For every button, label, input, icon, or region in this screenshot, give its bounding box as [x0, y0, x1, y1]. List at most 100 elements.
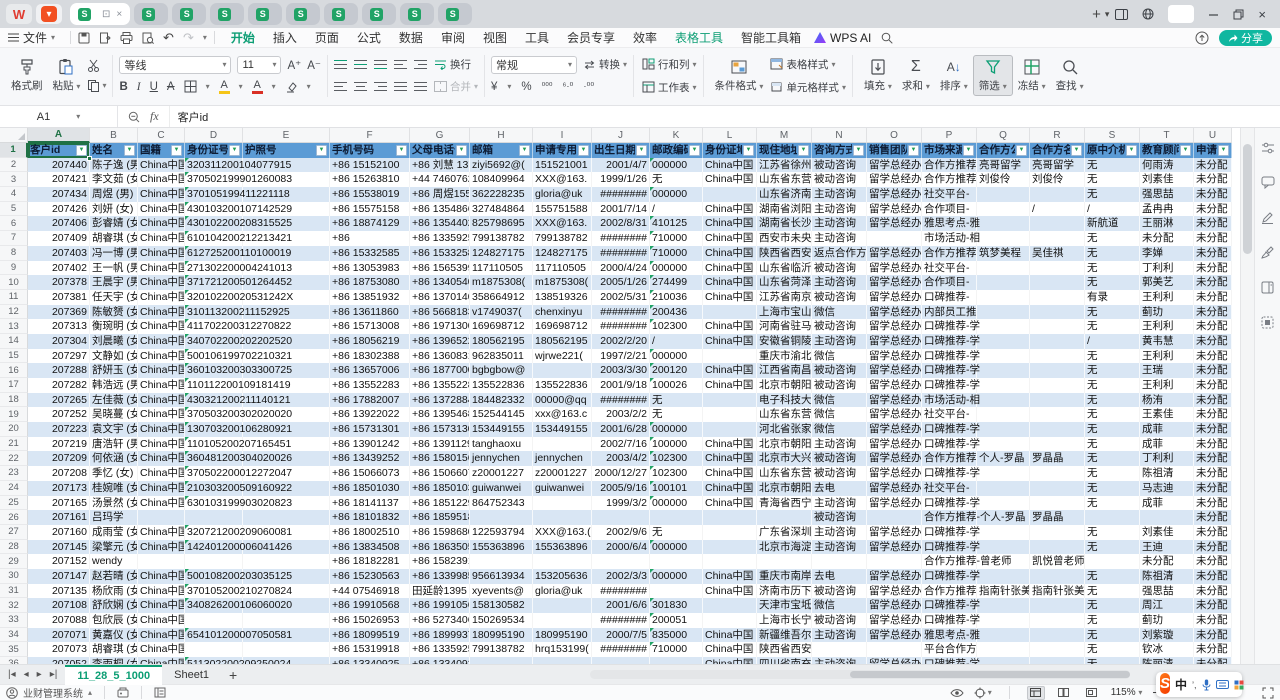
- cell[interactable]: [1030, 613, 1085, 628]
- menu-tab[interactable]: 工具: [516, 28, 558, 48]
- cell[interactable]: 内部员工推: [922, 305, 977, 320]
- cell[interactable]: ########: [592, 393, 650, 408]
- cell[interactable]: [185, 554, 243, 569]
- cell[interactable]: 刘妍 (女): [90, 202, 138, 217]
- cell[interactable]: 207304: [28, 334, 90, 349]
- cell[interactable]: 无: [1085, 466, 1140, 481]
- increase-font-icon[interactable]: A⁺: [287, 58, 301, 72]
- cell[interactable]: 电子科技大学: [757, 393, 812, 408]
- column-header-F[interactable]: F: [330, 128, 410, 143]
- cell[interactable]: 207409: [28, 231, 90, 246]
- cell[interactable]: jennychen: [533, 451, 592, 466]
- cell[interactable]: 李婵: [1140, 246, 1194, 261]
- cell[interactable]: 无: [1085, 305, 1140, 320]
- cell[interactable]: XXX@163.: [533, 172, 592, 187]
- cell[interactable]: 被动咨询: [812, 584, 867, 599]
- cell[interactable]: +86 18141137: [330, 496, 410, 511]
- header-cell[interactable]: 邮政编码▼: [650, 143, 703, 158]
- menu-tab[interactable]: 审阅: [432, 28, 474, 48]
- cell[interactable]: China中国: [138, 481, 185, 496]
- ime-mode-toggle[interactable]: 中: [1175, 676, 1187, 693]
- filter-dropdown-button[interactable]: ▼: [456, 145, 467, 156]
- row-number[interactable]: 14: [0, 334, 28, 349]
- cell[interactable]: 153205636: [533, 569, 592, 584]
- cell[interactable]: chenxinyu: [533, 305, 592, 320]
- cell[interactable]: 桂婉唯 (女: [90, 481, 138, 496]
- cell[interactable]: +86 1339985047: [410, 569, 470, 584]
- row-number[interactable]: 10: [0, 275, 28, 290]
- cell[interactable]: +86 15026953: [330, 613, 410, 628]
- cell[interactable]: 000000: [650, 187, 703, 202]
- cell[interactable]: +86 1360831276: [410, 349, 470, 364]
- cell[interactable]: 留学总经办: [867, 422, 922, 437]
- cell[interactable]: 口碑推荐-学: [922, 598, 977, 613]
- cell[interactable]: 无: [650, 525, 703, 540]
- header-cell[interactable]: 出生日期▼: [592, 143, 650, 158]
- cell[interactable]: [1030, 657, 1085, 664]
- cell[interactable]: +86: [330, 231, 410, 246]
- cell[interactable]: 710000: [650, 642, 703, 657]
- cell[interactable]: 无: [1085, 393, 1140, 408]
- select-all-corner[interactable]: [0, 128, 28, 143]
- row-number[interactable]: 29: [0, 554, 28, 569]
- cell[interactable]: 155363896: [470, 540, 533, 555]
- cell[interactable]: 无: [1085, 451, 1140, 466]
- cell[interactable]: 207145: [28, 540, 90, 555]
- cell[interactable]: +86 13901242: [330, 437, 410, 452]
- cell[interactable]: +86 1573130169: [410, 422, 470, 437]
- cell[interactable]: 刘俊伶: [1030, 172, 1085, 187]
- cell[interactable]: 季忆 (女): [90, 466, 138, 481]
- cell[interactable]: 山东省东营: [757, 407, 812, 422]
- header-cell[interactable]: 咨询方式▼: [812, 143, 867, 158]
- cell[interactable]: [533, 554, 592, 569]
- cell[interactable]: [977, 569, 1030, 584]
- cell[interactable]: 2002/8/31: [592, 216, 650, 231]
- system-switcher-caret[interactable]: ▴: [88, 688, 92, 697]
- cell[interactable]: +86 1533258500: [410, 246, 470, 261]
- cell[interactable]: 成菲: [1140, 496, 1194, 511]
- cell[interactable]: 王素佳: [1140, 407, 1194, 422]
- cell[interactable]: [977, 437, 1030, 452]
- cell[interactable]: 陈丽清: [1140, 657, 1194, 664]
- cell[interactable]: 207288: [28, 363, 90, 378]
- cell[interactable]: 180995190: [533, 628, 592, 643]
- cell[interactable]: 158130582: [470, 598, 533, 613]
- cell[interactable]: 马志迪: [1140, 481, 1194, 496]
- cell[interactable]: 主动咨询: [812, 540, 867, 555]
- cell[interactable]: +86 13657006: [330, 363, 410, 378]
- cell[interactable]: 207402: [28, 261, 90, 276]
- cell[interactable]: 凯悦曾老师: [1030, 554, 1085, 569]
- horizontal-scroll-thumb[interactable]: [850, 671, 1130, 678]
- cell[interactable]: 文静如 (女: [90, 349, 138, 364]
- cell[interactable]: [1030, 496, 1085, 511]
- cell[interactable]: 825798695: [470, 216, 533, 231]
- align-right-icon[interactable]: [374, 82, 387, 91]
- cell[interactable]: ########: [592, 319, 650, 334]
- cell[interactable]: +86 15230563: [330, 569, 410, 584]
- cell[interactable]: 207282: [28, 378, 90, 393]
- cell[interactable]: [1030, 466, 1085, 481]
- paste-button[interactable]: 粘贴 ▾: [48, 56, 86, 95]
- cell[interactable]: 无: [1085, 481, 1140, 496]
- cell[interactable]: 孟冉冉: [1140, 202, 1194, 217]
- cell[interactable]: China中国: [138, 172, 185, 187]
- cell[interactable]: [977, 305, 1030, 320]
- cell[interactable]: 口碑推荐-学: [922, 363, 977, 378]
- cell[interactable]: [650, 657, 703, 664]
- cell[interactable]: 留学总经办: [867, 334, 922, 349]
- cell[interactable]: [138, 554, 185, 569]
- rows-columns-button[interactable]: 行和列▾: [642, 56, 697, 72]
- menu-tab[interactable]: 表格工具: [666, 28, 732, 48]
- cell[interactable]: 山东省济南: [757, 187, 812, 202]
- header-cell[interactable]: 国籍▼: [138, 143, 185, 158]
- fill-handle[interactable]: [87, 156, 92, 161]
- cell[interactable]: ########: [592, 246, 650, 261]
- cell[interactable]: 630103199903020823: [185, 496, 243, 511]
- cell[interactable]: 无: [1085, 598, 1140, 613]
- cell[interactable]: guiwanwei: [533, 481, 592, 496]
- cell[interactable]: +86 1877000215: [410, 363, 470, 378]
- cell[interactable]: 河北省张家口: [757, 422, 812, 437]
- cell[interactable]: 口碑推荐-学: [922, 437, 977, 452]
- cell[interactable]: China中国: [138, 584, 185, 599]
- cell[interactable]: China中国: [138, 437, 185, 452]
